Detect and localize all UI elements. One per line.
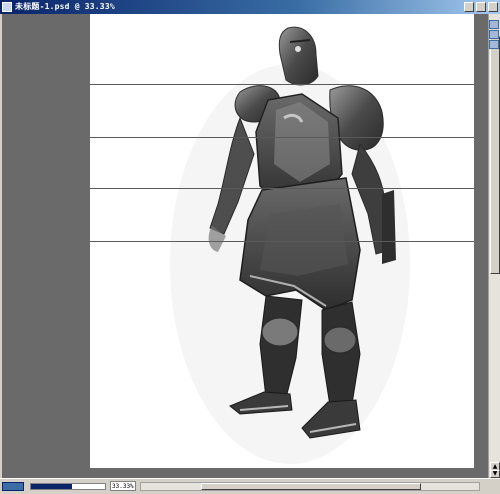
guide-line[interactable] — [90, 188, 474, 189]
close-icon[interactable] — [488, 2, 498, 12]
document-title: 未标题-1.psd @ 33.33% — [15, 2, 115, 11]
navigator-icon[interactable] — [2, 482, 24, 491]
title-bar[interactable]: 未标题-1.psd @ 33.33% — [0, 0, 500, 14]
tool-icon[interactable] — [489, 30, 499, 39]
progress-fill — [31, 484, 72, 489]
canvas-workspace[interactable] — [2, 14, 488, 478]
progress-bar — [30, 483, 106, 490]
tool-icon[interactable] — [489, 40, 499, 49]
guide-line[interactable] — [90, 84, 474, 85]
horizontal-scrollbar[interactable] — [140, 482, 480, 491]
vertical-scrollbar[interactable]: ▲ ▼ — [488, 14, 500, 478]
guide-line[interactable] — [90, 137, 474, 138]
horizontal-scroll-thumb[interactable] — [201, 483, 421, 490]
status-bar: 33.33% — [0, 478, 500, 494]
document-canvas[interactable] — [90, 14, 474, 468]
scroll-down-arrow-icon[interactable]: ▼ — [490, 470, 500, 478]
tool-icon[interactable] — [489, 20, 499, 29]
maximize-icon[interactable] — [476, 2, 486, 12]
guide-line[interactable] — [90, 241, 474, 242]
photoshop-doc-icon[interactable] — [2, 2, 12, 12]
vertical-scroll-thumb[interactable] — [490, 36, 500, 274]
zoom-field[interactable]: 33.33% — [110, 481, 136, 491]
photoshop-document-window: 未标题-1.psd @ 33.33% ▲ ▼ 33.33% — [0, 0, 500, 494]
minimize-icon[interactable] — [464, 2, 474, 12]
side-toolstrip — [488, 14, 500, 54]
